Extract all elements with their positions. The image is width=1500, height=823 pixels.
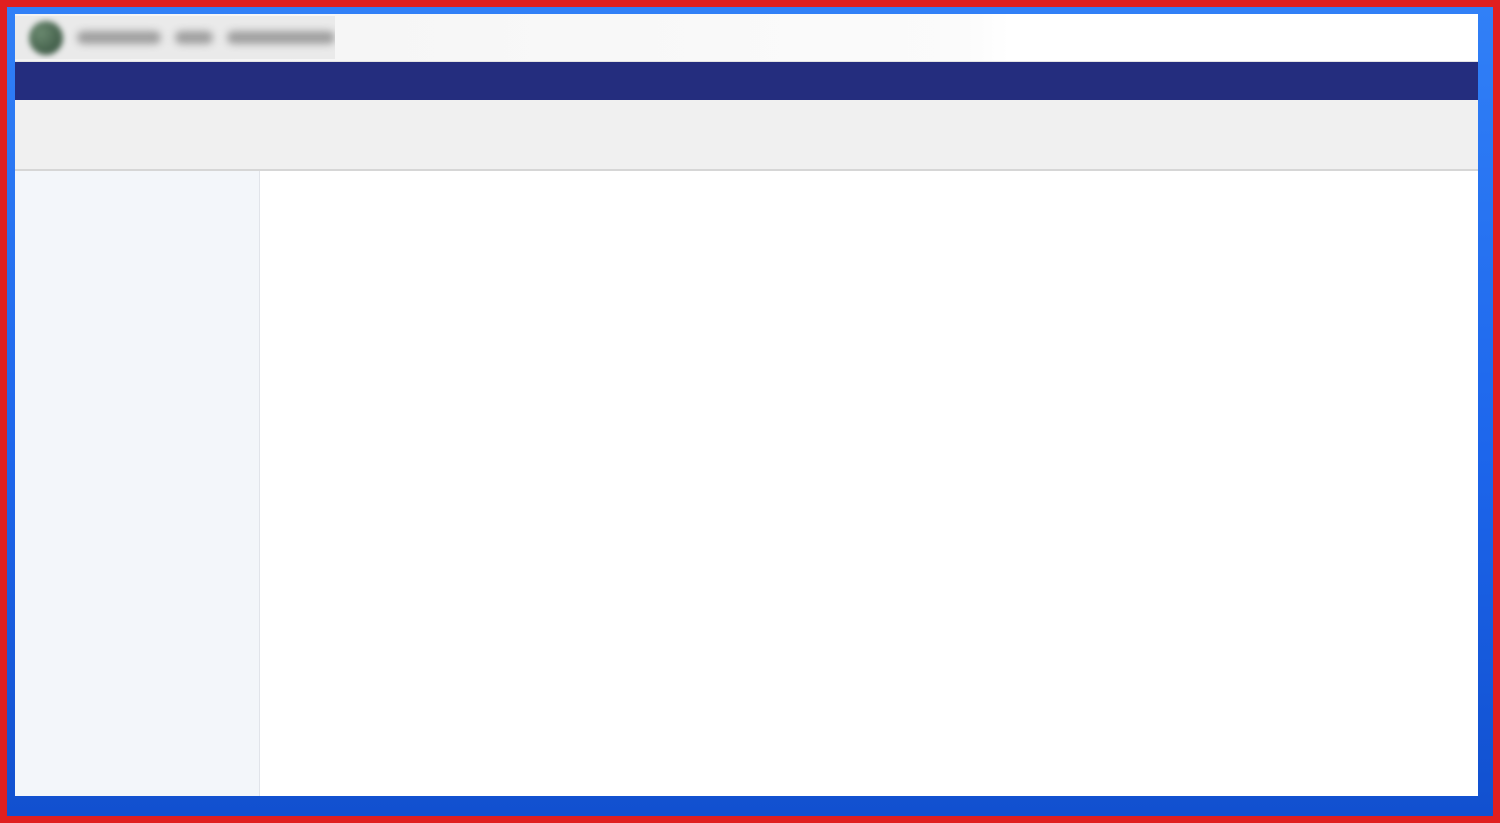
main-content — [260, 171, 1478, 796]
app-window — [15, 14, 1478, 796]
toolbar — [15, 100, 1478, 171]
blurred-title-text — [77, 31, 161, 44]
app-logo-blurred-icon — [29, 21, 63, 55]
window-title-blurred — [15, 16, 335, 59]
outer-red-border — [0, 0, 1500, 823]
blurred-title-text — [227, 31, 335, 44]
sidebar — [15, 171, 260, 796]
window-frame — [7, 7, 1493, 816]
title-bar — [15, 14, 1478, 62]
body-row — [15, 171, 1478, 796]
menu-bar — [15, 62, 1478, 100]
blurred-title-text — [175, 31, 213, 44]
